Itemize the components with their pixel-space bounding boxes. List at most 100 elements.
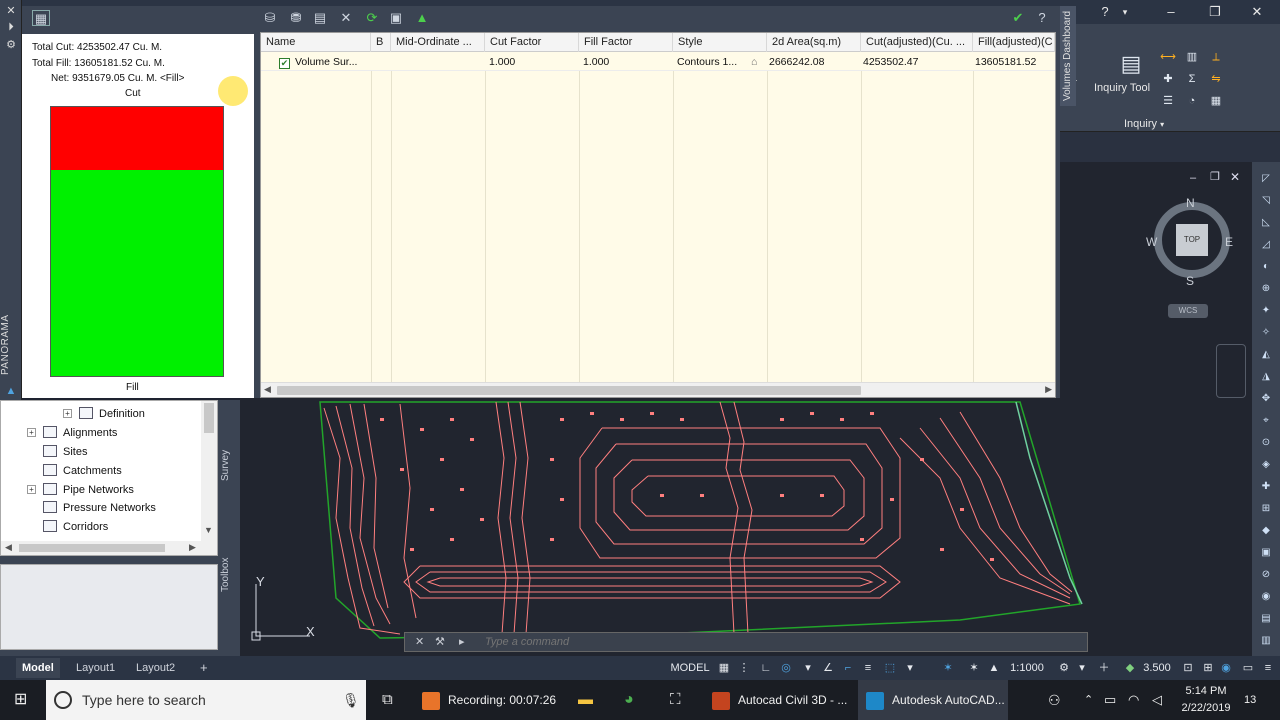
wrench-icon[interactable]: ⚒ [435,635,445,648]
tool-icon[interactable]: ✧ [1258,326,1274,340]
clock-time[interactable]: 5:14 PM [1176,685,1236,697]
column-header-fill-adjusted[interactable]: Fill(adjusted)(C [973,33,1055,52]
inquiry-panel-label[interactable]: Inquiry ▾ [1124,118,1164,130]
horizontal-scrollbar[interactable]: ◀ ▶ [261,382,1055,397]
drawing-canvas[interactable]: Y X [240,398,1252,656]
osnap-tracking-icon[interactable]: ∠ [820,660,836,676]
close-icon[interactable]: ✕ [1248,3,1266,21]
layer-icon[interactable]: ◆ [1122,660,1138,676]
tray-expand-icon[interactable]: ⌃ [1084,680,1098,720]
autoscale-icon[interactable]: ▲ [986,660,1002,676]
tab-model[interactable]: Model [16,658,60,678]
area-icon[interactable]: Σ [1184,72,1200,86]
tab-layout1[interactable]: Layout1 [70,658,121,678]
annotation-scale[interactable]: 1:1000 [1004,660,1050,676]
dropdown-icon[interactable]: ▾ [902,660,918,676]
minimize-viewport-icon[interactable]: – [1190,172,1196,184]
tool-icon[interactable]: ◆ [1258,524,1274,538]
select-cycling-icon[interactable]: ⬚ [882,660,898,676]
row-fill-factor[interactable]: 1.000 [579,53,673,71]
minimize-icon[interactable]: – [1162,3,1180,21]
column-header-fill-factor[interactable]: Fill Factor [579,33,673,52]
create-volume-icon[interactable]: ⛁ [262,10,278,26]
microphone-icon[interactable]: 🎙 [342,680,360,720]
tool-icon[interactable]: ⊘ [1258,568,1274,582]
tree-item-alignments[interactable]: Alignments [43,424,117,442]
scroll-left-icon[interactable]: ◀ [264,384,271,395]
fill-icon[interactable]: ▲ [414,10,430,26]
inquiry-tool-label[interactable]: Inquiry Tool [1094,82,1150,94]
isolate-icon[interactable]: ⊞ [1200,660,1216,676]
taskbar-powerpoint[interactable]: Autocad Civil 3D - ... [712,680,848,720]
viewcube-west[interactable]: W [1146,235,1157,249]
store-icon[interactable]: ⛶ [670,680,690,720]
clean-screen-icon[interactable]: ▭ [1240,660,1256,676]
auto-hide-icon[interactable]: ⏵ [3,20,19,34]
tool-icon[interactable]: ◺ [1258,216,1274,230]
viewcube-top[interactable]: TOP [1176,224,1208,256]
close-icon[interactable]: ✕ [3,4,19,18]
windows-start-icon[interactable]: ⊞ [14,680,32,720]
expand-icon[interactable]: + [63,409,72,418]
create-surface-icon[interactable]: ⛃ [288,10,304,26]
inquiry-tool-icon[interactable]: ▤ [1116,50,1146,78]
people-icon[interactable]: ⚇ [1048,680,1066,720]
tool-icon[interactable]: ◭ [1258,348,1274,362]
dropdown-icon[interactable]: ▾ [1074,660,1090,676]
tool-icon[interactable]: ◿ [1258,238,1274,252]
boundary-icon[interactable]: ▤ [312,10,328,26]
tool-icon[interactable]: ▥ [1258,634,1274,648]
tool-icon[interactable]: ◈ [1258,458,1274,472]
column-header-cut-adjusted[interactable]: Cut(adjusted)(Cu. ... [861,33,973,52]
lineweight-icon[interactable]: ≡ [860,660,876,676]
network-icon[interactable]: ◠ [1128,680,1146,720]
close-icon[interactable]: ✕ [415,635,424,648]
tool-icon[interactable]: ◸ [1258,172,1274,186]
ortho-icon[interactable]: ∟ [758,660,774,676]
tool-icon[interactable]: ▤ [1258,612,1274,626]
scroll-thumb[interactable] [19,544,165,552]
tool-icon[interactable]: ✥ [1258,392,1274,406]
hardware-acceleration-icon[interactable]: ◉ [1218,660,1234,676]
isodraft-icon[interactable]: ▾ [800,660,816,676]
calculator-icon[interactable]: ▦ [1208,94,1224,108]
model-space-button[interactable]: MODEL [668,660,712,676]
volume-surface-icon[interactable]: ▦ [32,10,50,26]
file-explorer-icon[interactable]: ▬ [578,680,598,720]
row-style[interactable]: Contours 1... [673,53,745,71]
tool-icon[interactable]: ◐ [1258,260,1274,274]
column-header-cut-factor[interactable]: Cut Factor [485,33,579,52]
help-icon[interactable]: ? [1034,10,1050,26]
tree-item-catchments[interactable]: Catchments [43,462,122,480]
viewcube-south[interactable]: S [1186,274,1194,288]
column-header-2d-area[interactable]: 2d Area(sq.m) [767,33,861,52]
notifications-badge[interactable]: 13 [1244,680,1272,720]
tool-icon[interactable]: ◮ [1258,370,1274,384]
scroll-right-icon[interactable]: ▶ [1045,384,1052,395]
distance-icon[interactable]: ⟷ [1160,50,1176,64]
navigation-bar[interactable] [1216,344,1246,398]
snap-icon[interactable]: ⋮ [736,660,752,676]
taskbar-search[interactable]: Type here to search 🎙 [46,680,366,720]
volumes-dashboard-tab[interactable]: Volumes Dashboard [1060,6,1076,106]
tree-item-sites[interactable]: Sites [43,443,87,461]
tool-icon[interactable]: ◉ [1258,590,1274,604]
command-line[interactable]: ✕ ⚒ ▸ [404,632,1088,652]
lineweight-value[interactable]: 3.500 [1138,660,1176,676]
tool-icon[interactable]: ⊞ [1258,502,1274,516]
ui-lock-icon[interactable]: ⊡ [1180,660,1196,676]
tool-icon[interactable]: ◹ [1258,194,1274,208]
drawing-area-upper[interactable]: – ❐ ✕ TOP N S W E WCS [1060,162,1252,398]
angle-icon[interactable]: ⇋ [1208,72,1224,86]
column-header-name[interactable]: Name [261,33,371,52]
tab-layout2[interactable]: Layout2 [130,658,181,678]
task-view-icon[interactable]: ⧉ [382,680,400,720]
command-input[interactable] [485,634,1045,650]
wcs-menu[interactable]: WCS [1168,304,1208,318]
tree-item-pipe-networks[interactable]: Pipe Networks [43,481,134,499]
viewcube-east[interactable]: E [1225,235,1233,249]
polar-icon[interactable]: ◎ [778,660,794,676]
survey-tab[interactable]: Survey [220,440,236,490]
scroll-left-icon[interactable]: ◀ [5,542,12,553]
clock-date[interactable]: 2/22/2019 [1172,702,1240,714]
